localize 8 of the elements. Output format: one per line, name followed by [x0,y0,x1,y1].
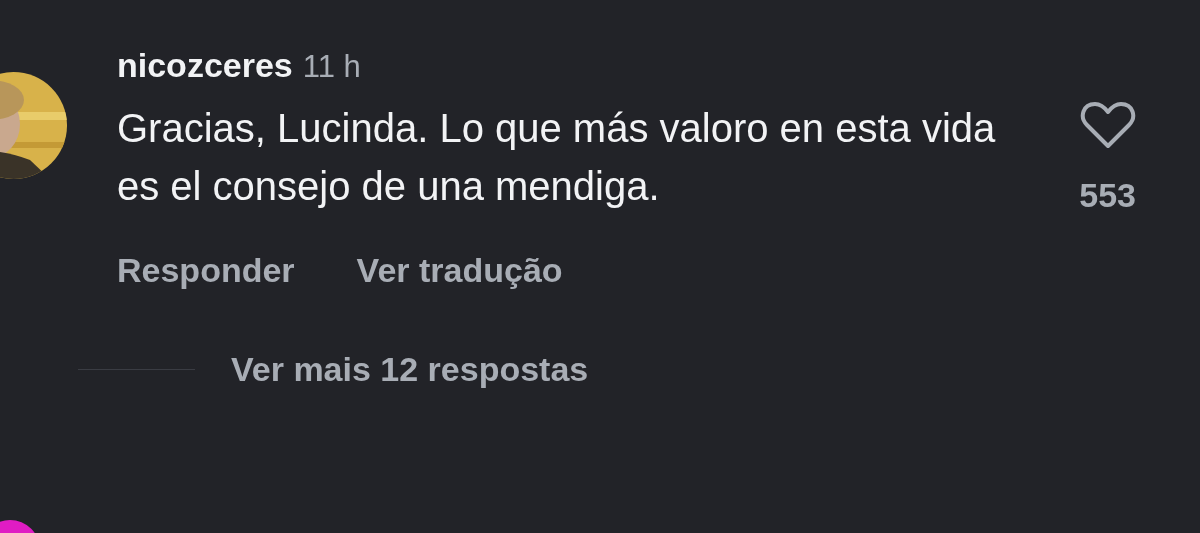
comment-text: Gracias, Lucinda. Lo que más valoro en esta vida es el consejo de una mendiga. [117,105,997,210]
like-count: 553 [1079,176,1136,215]
heart-icon[interactable] [1079,100,1136,150]
comment-action-link[interactable]: Responder [117,251,295,290]
username[interactable]: nicozceres [117,46,293,85]
timestamp: 11 h [302,49,361,85]
view-replies-link[interactable]: Ver mais 12 respostas [231,350,589,389]
comment-action-link[interactable]: Ver tradução [356,251,563,290]
